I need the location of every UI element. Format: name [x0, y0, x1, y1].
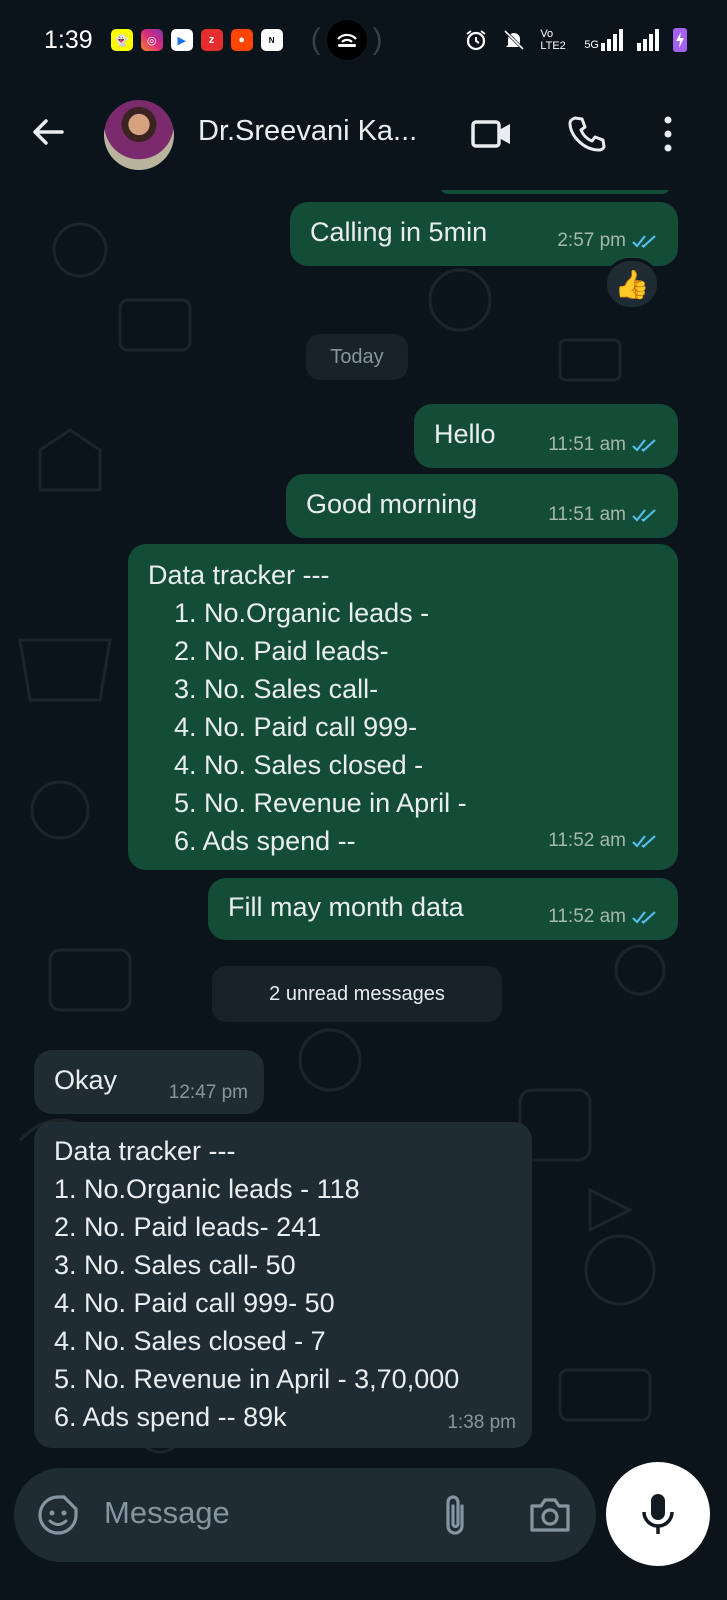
thumbs-up-icon: 👍: [614, 268, 650, 300]
status-time: 1:39: [44, 25, 93, 54]
message-time: 11:52 am: [548, 906, 626, 927]
signal-2-icon: [637, 29, 659, 51]
camera-icon[interactable]: [528, 1494, 572, 1534]
message-time: 2:57 pm: [557, 230, 626, 251]
instagram-icon: ◎: [140, 29, 163, 51]
news-icon: N: [260, 29, 283, 51]
hotspot-icon: [326, 20, 367, 60]
list-line: 4. No. Sales closed - 7: [54, 1326, 326, 1356]
message-meta: 11:51 am: [548, 496, 660, 534]
message-time: 12:47 pm: [168, 1082, 248, 1103]
unread-messages-chip: 2 unread messages: [212, 966, 502, 1022]
sticker-icon[interactable]: [36, 1493, 80, 1537]
list-line: 1. No.Organic leads -: [174, 598, 430, 628]
message-outgoing[interactable]: Hello 11:51 am: [414, 404, 678, 468]
read-ticks-icon: [632, 439, 656, 453]
reddit-icon: ●: [230, 29, 253, 51]
message-text: Good morning: [306, 489, 478, 519]
read-ticks-icon: [632, 911, 656, 925]
message-text: Okay: [54, 1065, 118, 1095]
message-title: Data tracker ---: [54, 1136, 236, 1166]
voice-record-button[interactable]: [606, 1462, 710, 1566]
status-bar: 1:39 👻 ◎ ▶ z ● N ( ) Vo LTE2 5G: [0, 0, 727, 80]
reaction-badge[interactable]: 👍: [604, 258, 660, 310]
message-list: 1. No.Organic leads - 118 2. No. Paid le…: [54, 1170, 459, 1436]
message-meta: 11:52 am: [548, 898, 660, 936]
voice-call-icon[interactable]: [566, 114, 606, 154]
more-options-icon[interactable]: [658, 114, 678, 154]
mute-icon: [504, 29, 525, 51]
read-ticks-icon: [632, 509, 656, 523]
message-time: 1:38 pm: [447, 1412, 516, 1433]
message-meta: 1:38 pm: [447, 1404, 516, 1442]
message-outgoing[interactable]: Good morning 11:51 am: [286, 474, 678, 538]
contact-avatar[interactable]: [104, 100, 174, 170]
message-meta: 12:47 pm: [169, 1074, 248, 1112]
notification-icons: 👻 ◎ ▶ z ● N: [110, 29, 283, 51]
hotspot-pill: ( ): [311, 20, 383, 60]
system-status: Vo LTE2 5G: [464, 28, 687, 52]
message-input[interactable]: Message: [104, 1495, 230, 1531]
message-time: 11:52 am: [548, 830, 626, 851]
message-outgoing[interactable]: Fill may month data 11:52 am: [208, 878, 678, 940]
microphone-icon: [642, 1494, 674, 1534]
signal-1-icon: [601, 29, 623, 51]
attach-icon[interactable]: [438, 1492, 472, 1540]
list-line: 5. No. Revenue in April - 3,70,000: [54, 1364, 460, 1394]
message-title: Data tracker ---: [148, 560, 330, 590]
list-line: 1. No.Organic leads - 118: [54, 1174, 360, 1204]
play-store-icon: ▶: [170, 29, 193, 51]
chat-area[interactable]: Calling in 5min 2:57 pm 👍 Today Hello 11…: [0, 190, 727, 1465]
chat-header: Dr.Sreevani Ka...: [0, 80, 727, 190]
net-type: 5G: [584, 29, 623, 51]
message-text: Hello: [434, 419, 496, 449]
date-chip: Today: [306, 334, 408, 380]
message-text: Fill may month data: [228, 892, 464, 922]
cut-bubble-edge: [440, 190, 670, 194]
snapchat-icon: 👻: [110, 29, 133, 51]
message-incoming-list[interactable]: Data tracker --- 1. No.Organic leads - 1…: [34, 1122, 532, 1448]
read-ticks-icon: [632, 235, 656, 249]
message-outgoing[interactable]: Calling in 5min 2:57 pm: [290, 202, 678, 266]
contact-name[interactable]: Dr.Sreevani Ka...: [198, 115, 417, 148]
list-line: 5. No. Revenue in April -: [174, 788, 467, 818]
read-ticks-icon: [632, 835, 656, 849]
list-line: 3. No. Sales call- 50: [54, 1250, 296, 1280]
message-meta: 11:52 am: [548, 822, 660, 860]
list-line: 6. Ads spend --: [174, 826, 356, 856]
list-line: 4. No. Sales closed -: [174, 750, 424, 780]
message-time: 11:51 am: [548, 434, 626, 455]
list-line: 3. No. Sales call-: [174, 674, 379, 704]
message-time: 11:51 am: [548, 504, 626, 525]
message-outgoing-list[interactable]: Data tracker --- 1. No.Organic leads - 2…: [128, 544, 678, 870]
list-line: 4. No. Paid call 999-: [174, 712, 418, 742]
battery-icon: [673, 28, 687, 52]
back-arrow-icon[interactable]: [28, 112, 68, 152]
message-composer[interactable]: Message: [14, 1468, 596, 1562]
message-incoming[interactable]: Okay 12:47 pm: [34, 1050, 264, 1114]
network-label: Vo LTE2: [540, 28, 566, 52]
message-list: 1. No.Organic leads - 2. No. Paid leads-…: [174, 594, 467, 860]
zomato-icon: z: [200, 29, 223, 51]
video-call-icon[interactable]: [470, 114, 514, 154]
alarm-icon: [466, 30, 486, 51]
message-text: Calling in 5min: [310, 217, 488, 247]
list-line: 6. Ads spend -- 89k: [54, 1402, 287, 1432]
list-line: 2. No. Paid leads- 241: [54, 1212, 322, 1242]
list-line: 4. No. Paid call 999- 50: [54, 1288, 335, 1318]
message-meta: 2:57 pm: [557, 222, 660, 260]
list-line: 2. No. Paid leads-: [174, 636, 389, 666]
message-meta: 11:51 am: [548, 426, 660, 464]
